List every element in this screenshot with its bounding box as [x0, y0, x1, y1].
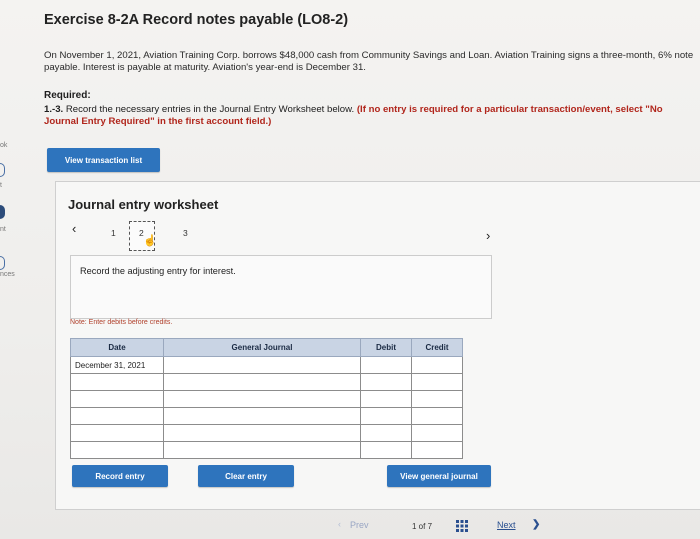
credit-input[interactable] [411, 407, 463, 425]
sidebar-label: nt [0, 226, 6, 233]
view-general-journal-button[interactable]: View general journal [387, 465, 491, 487]
credit-input[interactable] [411, 373, 463, 391]
record-entry-button[interactable]: Record entry [72, 465, 168, 487]
account-input[interactable] [163, 373, 361, 391]
table-row: December 31, 2021 [70, 356, 463, 374]
page-title: Exercise 8-2A Record notes payable (LO8-… [44, 12, 349, 28]
chevron-left-icon[interactable]: ‹ [338, 519, 341, 529]
chevron-right-icon[interactable]: › [486, 228, 490, 243]
page-tab-1[interactable]: 1 [111, 228, 116, 238]
page-tab-3[interactable]: 3 [183, 228, 188, 238]
date-cell[interactable] [70, 390, 164, 408]
date-cell[interactable] [70, 373, 164, 391]
column-header-credit: Credit [411, 338, 463, 357]
credit-input[interactable] [411, 390, 463, 408]
table-row [70, 424, 463, 442]
date-cell[interactable] [70, 407, 164, 425]
required-label: Required: [44, 90, 91, 101]
sidebar-label: t [0, 182, 2, 189]
table-row [70, 441, 463, 459]
debit-input[interactable] [360, 407, 412, 425]
prev-link[interactable]: Prev [350, 520, 369, 530]
debit-input[interactable] [360, 373, 412, 391]
account-input[interactable] [163, 390, 361, 408]
required-instructions: 1.-3. Record the necessary entries in th… [44, 104, 694, 128]
credit-input[interactable] [411, 356, 463, 374]
entry-description-box: Record the adjusting entry for interest. [70, 255, 492, 319]
next-link[interactable]: Next [497, 520, 516, 530]
hand-pointer-icon: ☝ [143, 235, 157, 247]
grid-icon[interactable] [456, 520, 468, 532]
sidebar-marker[interactable] [0, 163, 5, 177]
date-cell[interactable] [70, 424, 164, 442]
chevron-left-icon[interactable]: ‹ [72, 221, 76, 236]
journal-entry-table: Date General Journal Debit Credit Decemb… [70, 338, 463, 459]
column-header-date: Date [70, 338, 164, 357]
account-input[interactable] [163, 407, 361, 425]
worksheet-title: Journal entry worksheet [68, 197, 219, 212]
view-transaction-list-button[interactable]: View transaction list [47, 148, 160, 172]
required-text: Record the necessary entries in the Jour… [63, 104, 357, 115]
chevron-right-icon[interactable]: ❯ [532, 519, 540, 530]
debit-input[interactable] [360, 390, 412, 408]
sidebar-label: ok [0, 142, 8, 149]
page-indicator: 1 of 7 [412, 522, 433, 531]
sidebar-fragment: ok t nt nces [0, 0, 22, 539]
required-number: 1.-3. [44, 104, 64, 115]
table-row [70, 373, 463, 391]
table-row [70, 407, 463, 425]
column-header-debit: Debit [360, 338, 412, 357]
debit-input[interactable] [360, 424, 412, 442]
journal-entry-worksheet: Journal entry worksheet ‹ 1 2 ☝ 3 › Reco… [55, 181, 700, 510]
table-row [70, 390, 463, 408]
account-input[interactable] [163, 441, 361, 459]
account-input[interactable] [163, 424, 361, 442]
sidebar-marker[interactable] [0, 205, 5, 219]
page: ok t nt nces Exercise 8-2A Record notes … [0, 0, 700, 539]
column-header-general-journal: General Journal [163, 338, 361, 357]
date-cell[interactable] [70, 441, 164, 459]
account-input[interactable] [163, 356, 361, 374]
date-cell[interactable]: December 31, 2021 [70, 356, 164, 374]
sidebar-marker[interactable] [0, 256, 5, 270]
credit-input[interactable] [411, 424, 463, 442]
credit-input[interactable] [411, 441, 463, 459]
sidebar-label: nces [0, 271, 15, 278]
clear-entry-button[interactable]: Clear entry [198, 465, 294, 487]
debit-input[interactable] [360, 356, 412, 374]
entry-note: Note: Enter debits before credits. [70, 319, 173, 326]
entry-description: Record the adjusting entry for interest. [80, 266, 236, 276]
debit-input[interactable] [360, 441, 412, 459]
problem-statement: On November 1, 2021, Aviation Training C… [44, 50, 694, 73]
